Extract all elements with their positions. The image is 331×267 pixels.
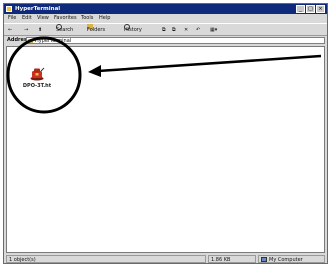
file-item[interactable]: DPO-3T.ht xyxy=(17,67,57,89)
maximize-button[interactable]: □ xyxy=(306,5,315,13)
status-bar: 1 object(s) 1.86 KB My Computer xyxy=(4,254,327,263)
explorer-window: HyperTerminal _ □ × File Edit View Favor… xyxy=(3,3,328,264)
close-button[interactable]: × xyxy=(316,5,325,13)
my-computer-icon xyxy=(261,257,267,262)
title-bar[interactable]: HyperTerminal _ □ × xyxy=(4,4,327,14)
hyperterminal-icon xyxy=(6,6,12,12)
status-location-label: My Computer xyxy=(269,257,303,263)
status-size: 1.86 KB xyxy=(208,255,256,263)
window-controls: _ □ × xyxy=(296,5,325,13)
folder-icon xyxy=(28,39,33,43)
address-field[interactable]: HyperTerminal xyxy=(26,37,325,44)
hyperterminal-session-icon xyxy=(30,67,45,81)
minimize-button[interactable]: _ xyxy=(296,5,305,13)
file-list-pane[interactable]: DPO-3T.ht xyxy=(6,46,325,253)
menu-favorites[interactable]: Favorites xyxy=(54,14,77,23)
status-object-count: 1 object(s) xyxy=(6,255,206,263)
status-location: My Computer xyxy=(258,255,325,263)
menu-bar: File Edit View Favorites Tools Help xyxy=(4,14,327,23)
menu-view[interactable]: View xyxy=(37,14,49,23)
file-name: DPO-3T.ht xyxy=(22,83,52,89)
menu-edit[interactable]: Edit xyxy=(22,14,32,23)
address-bar: Address HyperTerminal xyxy=(4,36,327,45)
menu-tools[interactable]: Tools xyxy=(81,14,93,23)
address-value: HyperTerminal xyxy=(35,38,72,44)
menu-help[interactable]: Help xyxy=(99,14,110,23)
menu-file[interactable]: File xyxy=(8,14,16,23)
toolbar: ← → ⬆ Search Folders History ⧉ ⧉ ✕ ↶ ▦▾ xyxy=(4,23,327,36)
window-title: HyperTerminal xyxy=(15,6,61,12)
